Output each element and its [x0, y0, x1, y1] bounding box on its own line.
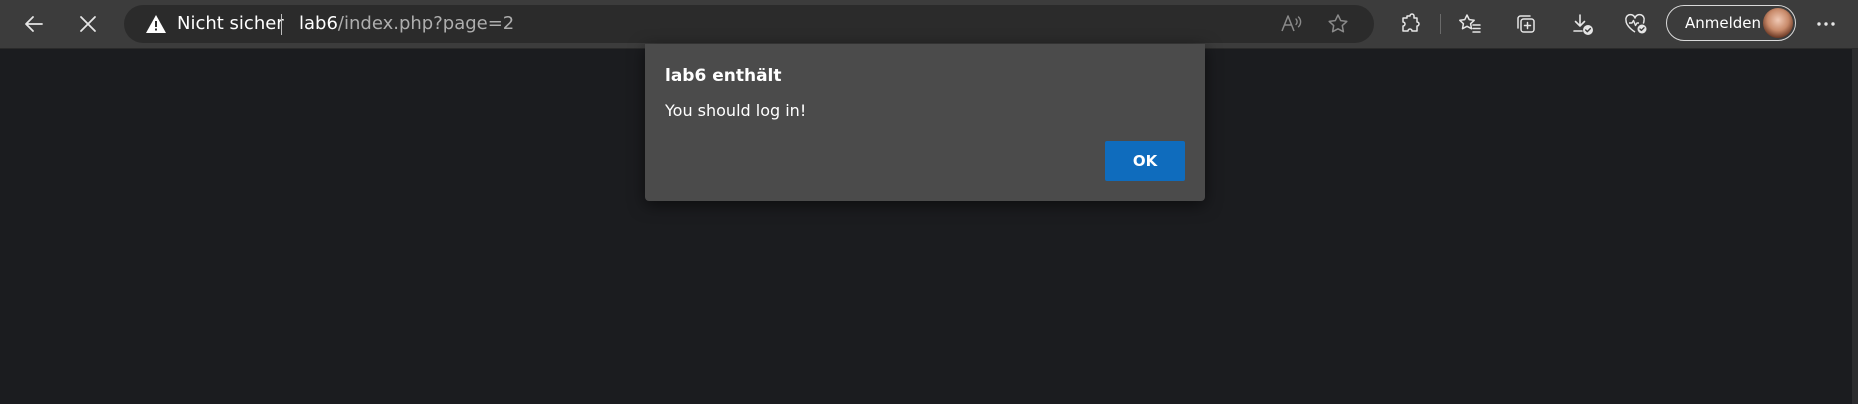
favorites-button[interactable]	[1452, 6, 1488, 42]
stop-loading-button[interactable]	[70, 6, 106, 42]
page-scrollbar[interactable]	[1852, 49, 1858, 404]
warning-triangle-icon[interactable]	[145, 14, 167, 38]
star-icon[interactable]	[1327, 13, 1349, 39]
browser-toolbar: Nicht sicher lab6/index.php?page=2 Anmel…	[0, 0, 1858, 49]
address-separator	[281, 14, 282, 35]
dialog-title: lab6 enthält	[665, 66, 782, 86]
collections-icon	[1515, 13, 1537, 35]
signin-button[interactable]: Anmelden	[1666, 5, 1796, 41]
arrow-left-icon	[23, 13, 45, 35]
more-options-button[interactable]	[1808, 6, 1844, 42]
more-options-icon	[1816, 21, 1836, 27]
browser-essentials-button[interactable]	[1618, 6, 1654, 42]
browser-essentials-icon	[1624, 13, 1648, 35]
read-aloud-icon[interactable]	[1280, 13, 1304, 39]
close-icon	[78, 14, 98, 34]
security-status-label[interactable]: Nicht sicher	[177, 13, 284, 35]
extensions-icon	[1399, 13, 1421, 35]
toolbar-divider	[1440, 14, 1441, 34]
url-host: lab6	[299, 13, 338, 34]
url-text[interactable]: lab6/index.php?page=2	[299, 13, 514, 35]
extensions-button[interactable]	[1392, 6, 1428, 42]
alert-dialog: lab6 enthält You should log in! OK	[645, 44, 1205, 201]
downloads-button[interactable]	[1564, 6, 1600, 42]
back-button[interactable]	[16, 6, 52, 42]
collections-button[interactable]	[1508, 6, 1544, 42]
signin-label: Anmelden	[1685, 14, 1762, 32]
favorites-icon	[1458, 13, 1482, 35]
downloads-icon	[1570, 12, 1594, 36]
profile-avatar	[1763, 8, 1793, 38]
dialog-message: You should log in!	[665, 101, 807, 120]
address-bar[interactable]: Nicht sicher lab6/index.php?page=2	[124, 5, 1374, 43]
url-path: /index.php?page=2	[337, 13, 515, 34]
ok-button[interactable]: OK	[1105, 141, 1185, 181]
